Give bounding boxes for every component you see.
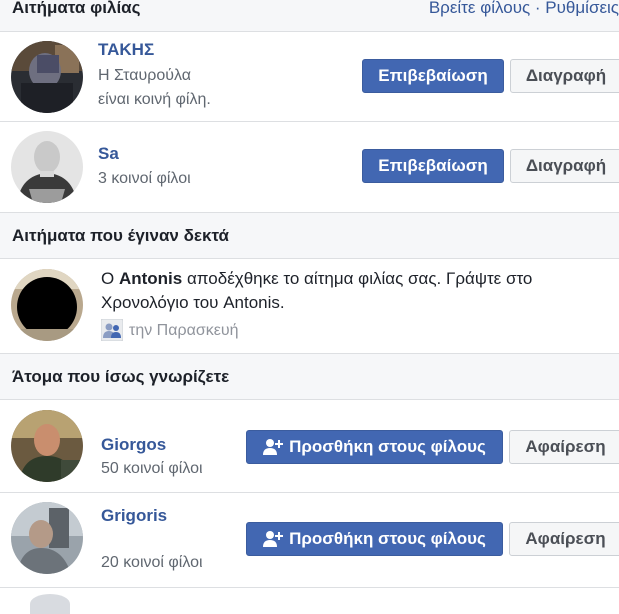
partial-avatar [30,594,70,614]
mutual-friend-text-line2: είναι κοινή φίλη. [98,91,211,108]
requester-name[interactable]: Sa [98,144,119,164]
add-friend-icon [263,439,284,455]
avatar[interactable] [11,269,83,341]
suggestion-row: Giorgos 50 κοινοί φίλοι Προσθήκη στους φ… [0,400,619,493]
settings-link[interactable]: Ρυθμίσεις [545,0,619,17]
requester-name[interactable]: ΤΑΚΗΣ [98,40,154,60]
add-friend-button[interactable]: Προσθήκη στους φίλους [246,522,503,556]
friend-requests-title: Αιτήματα φιλίας [12,0,141,17]
confirm-button[interactable]: Επιβεβαίωση [362,149,504,183]
add-friend-label: Προσθήκη στους φίλους [289,529,486,548]
confirm-button[interactable]: Επιβεβαίωση [362,59,504,93]
header-links: Βρείτε φίλους · Ρυθμίσεις [429,0,619,18]
suggestion-name[interactable]: Giorgos [101,435,166,455]
delete-button[interactable]: Διαγραφή [510,59,619,93]
avatar[interactable] [11,131,83,203]
mutual-friends-count: 3 κοινοί φίλοι [98,170,191,187]
remove-button[interactable]: Αφαίρεση [509,430,619,464]
link-separator: · [530,0,546,17]
delete-button[interactable]: Διαγραφή [510,149,619,183]
people-you-may-know-header: Άτομα που ίσως γνωρίζετε [0,354,619,400]
find-friends-link[interactable]: Βρείτε φίλους [429,0,530,17]
mutual-friend-text: Η Σταυρούλα [98,67,191,84]
mutual-friends-count: 20 κοινοί φίλοι [101,554,203,571]
add-friend-button[interactable]: Προσθήκη στους φίλους [246,430,503,464]
accepted-message: Ο Antonis αποδέχθηκε το αίτημα φιλίας σα… [101,269,533,312]
friend-request-row: Sa 3 κοινοί φίλοι Επιβεβαίωση Διαγραφή [0,122,619,213]
friend-requests-header: Αιτήματα φιλίας Βρείτε φίλους · Ρυθμίσει… [0,0,619,32]
accepted-request-row[interactable]: Ο Antonis αποδέχθηκε το αίτημα φιλίας σα… [0,259,619,354]
suggestion-name[interactable]: Grigoris [101,506,167,526]
avatar[interactable] [11,410,83,482]
avatar[interactable] [11,502,83,574]
people-you-may-know-title: Άτομα που ίσως γνωρίζετε [12,367,230,386]
accepted-requests-header: Αιτήματα που έγιναν δεκτά [0,213,619,259]
add-friend-icon [263,531,284,547]
add-friend-label: Προσθήκη στους φίλους [289,437,486,456]
friend-request-row: ΤΑΚΗΣ Η Σταυρούλα είναι κοινή φίλη. Επιβ… [0,32,619,122]
suggestion-row: Grigoris 20 κοινοί φίλοι Προσθήκη στους … [0,493,619,588]
accepted-requests-title: Αιτήματα που έγιναν δεκτά [12,226,230,245]
friends-icon [100,318,124,342]
accepted-friend-name[interactable]: Antonis [119,269,182,288]
remove-button[interactable]: Αφαίρεση [509,522,619,556]
avatar[interactable] [11,41,83,113]
accepted-time[interactable]: την Παρασκευή [129,319,238,342]
mutual-friends-count: 50 κοινοί φίλοι [101,460,203,477]
